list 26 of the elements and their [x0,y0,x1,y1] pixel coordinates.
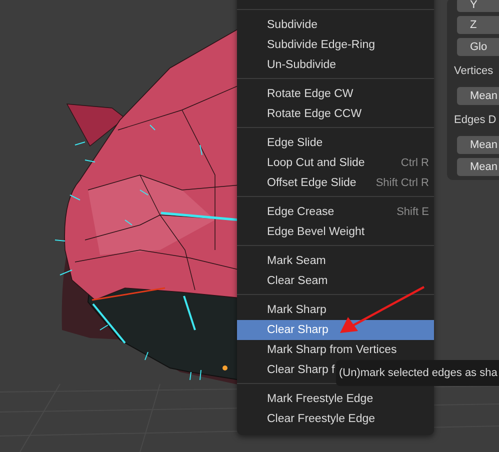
menu-item[interactable]: Clear Seam [237,271,434,291]
panel-button[interactable]: Mean [457,87,499,105]
menu-item[interactable]: Offset Edge Slide Shift Ctrl R [237,173,434,193]
menu-item[interactable]: Mark Sharp [237,300,434,320]
menu-item[interactable]: Clear Sharp [237,320,434,340]
menu-item[interactable]: Mark Sharp from Vertices [237,340,434,360]
menu-item[interactable]: Subdivide Edge-Ring [237,35,434,55]
menu-item[interactable]: Mark Seam [237,251,434,271]
menu-item[interactable]: Edge Slide [237,133,434,153]
menu-item[interactable]: Rotate Edge CW [237,84,434,104]
menu-item[interactable]: Mark Freestyle Edge [237,389,434,409]
panel-button[interactable]: Mean [457,158,499,176]
menu-item[interactable]: Clear Freestyle Edge [237,409,434,429]
menu-item[interactable]: Subdivide [237,15,434,35]
menu-item[interactable]: Rotate Edge CCW [237,104,434,124]
panel-label: Edges D [454,113,498,128]
panel-button[interactable]: Glo [457,38,499,56]
menu-item[interactable]: Edge Bevel Weight [237,222,434,242]
menu-item[interactable]: Un-Subdivide [237,55,434,75]
menu-item[interactable]: Loop Cut and Slide Ctrl R [237,153,434,173]
panel-label: Vertices [454,64,494,79]
tooltip: (Un)mark selected edges as sha [336,360,499,386]
menu-item[interactable]: Edge Crease Shift E [237,202,434,222]
panel-button[interactable]: Mean [457,136,499,154]
panel-button[interactable]: Y [457,0,499,12]
panel-button[interactable]: Z [457,16,499,34]
